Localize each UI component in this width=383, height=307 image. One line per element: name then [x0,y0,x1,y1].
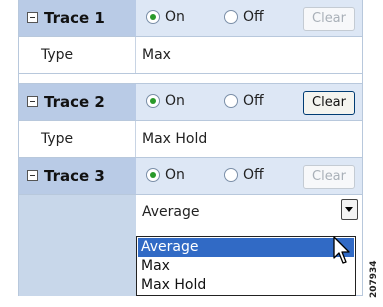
collapse-icon[interactable] [27,12,38,23]
trace-2-type-label-cell: Type [19,121,136,157]
divider [19,83,362,84]
trace-1-on-radio[interactable] [146,10,160,24]
trace-2-type-value[interactable]: Max Hold [142,131,207,147]
trace-2-controls: On Off Clear [136,84,362,120]
trace-1-header-row: Trace 1 On Off Clear [19,0,362,36]
trace-2-off-radio[interactable] [224,94,238,108]
trace-1-off-radio[interactable] [224,10,238,24]
trace-3-type-label-cell [19,195,136,296]
mouse-cursor-icon [333,236,350,264]
trace-1-title: Trace 1 [44,9,105,27]
trace-2-type-label: Type [41,131,74,147]
trace-1-type-label: Type [41,47,74,63]
trace-1-controls: On Off Clear [136,0,362,36]
dropdown-option-average[interactable]: Average [138,238,354,257]
figure-id: 207934 [369,260,379,298]
divider [19,73,362,74]
trace-3-off-radio[interactable] [224,168,238,182]
trace-2-title: Trace 2 [44,93,105,111]
trace-3-off-label[interactable]: Off [243,167,264,183]
trace-1-type-label-cell: Type [19,37,136,73]
collapse-icon[interactable] [27,170,38,181]
trace-3-type-dropdown-list: Average Max Max Hold [136,236,356,296]
trace-2-type-value-cell[interactable]: Max Hold [136,121,362,157]
trace-1-off-label[interactable]: Off [243,9,264,25]
trace-3-title: Trace 3 [44,167,105,185]
trace-3-clear-button[interactable]: Clear [303,165,355,189]
trace-1-type-value-cell[interactable]: Max [136,37,362,73]
trace-1-on-label[interactable]: On [165,9,185,25]
trace-2-header-cell: Trace 2 [19,84,136,120]
trace-3-header-row: Trace 3 On Off Clear [19,158,362,194]
trace-2-type-row: Type Max Hold [19,121,362,157]
trace-2-off-label[interactable]: Off [243,93,264,109]
dropdown-option-max-hold[interactable]: Max Hold [138,276,354,295]
trace-3-on-radio[interactable] [146,168,160,182]
collapse-icon[interactable] [27,96,38,107]
trace-3-type-select[interactable]: Average [136,196,358,226]
trace-1-type-value[interactable]: Max [142,47,171,63]
trace-1-type-row: Type Max [19,37,362,73]
trace-3-controls: On Off Clear [136,158,362,194]
dropdown-option-max[interactable]: Max [138,257,354,276]
trace-2-header-row: Trace 2 On Off Clear [19,84,362,120]
trace-3-type-select-value[interactable]: Average [142,204,200,220]
trace-2-clear-button[interactable]: Clear [303,91,355,115]
trace-2-on-radio[interactable] [146,94,160,108]
trace-1-header-cell: Trace 1 [19,0,136,36]
trace-3-on-label[interactable]: On [165,167,185,183]
trace-2-on-label[interactable]: On [165,93,185,109]
trace-settings-panel: Trace 1 On Off Clear Type Max Trace 2 On [18,0,363,296]
trace-1-clear-button[interactable]: Clear [303,7,355,31]
trace-3-header-cell: Trace 3 [19,158,136,194]
chevron-down-icon[interactable] [341,199,358,220]
